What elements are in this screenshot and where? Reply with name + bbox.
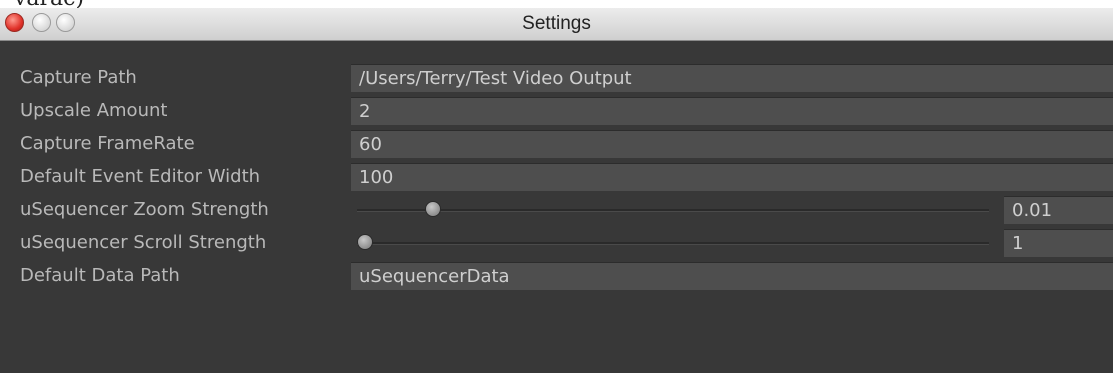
capture-framerate-row: Capture FrameRate 60 — [0, 129, 1113, 159]
capture-path-row: Capture Path /Users/Terry/Test Video Out… — [0, 63, 1113, 93]
capture-framerate-field[interactable]: 60 — [351, 130, 1113, 158]
window-title: Settings — [522, 13, 591, 34]
capture-path-label: Capture Path — [20, 67, 137, 88]
zoom-strength-label: uSequencer Zoom Strength — [20, 199, 269, 220]
title-bar[interactable]: Settings — [0, 8, 1113, 41]
default-event-editor-width-label: Default Event Editor Width — [20, 166, 261, 187]
zoom-strength-field[interactable]: 0.01 — [1004, 196, 1113, 224]
zoom-strength-slider-thumb[interactable] — [424, 201, 441, 217]
upscale-amount-row: Upscale Amount 2 — [0, 96, 1113, 126]
default-event-editor-width-field[interactable]: 100 — [351, 163, 1113, 191]
capture-path-field[interactable]: /Users/Terry/Test Video Output — [351, 64, 1113, 92]
settings-window: Settings Capture Path /Users/Terry/Test … — [0, 8, 1113, 373]
default-data-path-row: Default Data Path uSequencerData — [0, 261, 1113, 291]
scroll-strength-slider-track[interactable] — [357, 242, 989, 245]
capture-framerate-label: Capture FrameRate — [20, 133, 195, 154]
zoom-strength-slider-track[interactable] — [357, 209, 989, 212]
zoom-strength-row: uSequencer Zoom Strength 0.01 — [0, 195, 1113, 225]
scroll-strength-slider-thumb[interactable] — [357, 234, 373, 250]
default-event-editor-width-row: Default Event Editor Width 100 — [0, 162, 1113, 192]
scroll-strength-label: uSequencer Scroll Strength — [20, 232, 267, 253]
upscale-amount-field[interactable]: 2 — [351, 97, 1113, 125]
default-data-path-field[interactable]: uSequencerData — [351, 262, 1113, 290]
upscale-amount-label: Upscale Amount — [20, 100, 168, 121]
scroll-strength-field[interactable]: 1 — [1004, 229, 1113, 257]
default-data-path-label: Default Data Path — [20, 265, 180, 286]
scroll-strength-row: uSequencer Scroll Strength 1 — [0, 228, 1113, 258]
